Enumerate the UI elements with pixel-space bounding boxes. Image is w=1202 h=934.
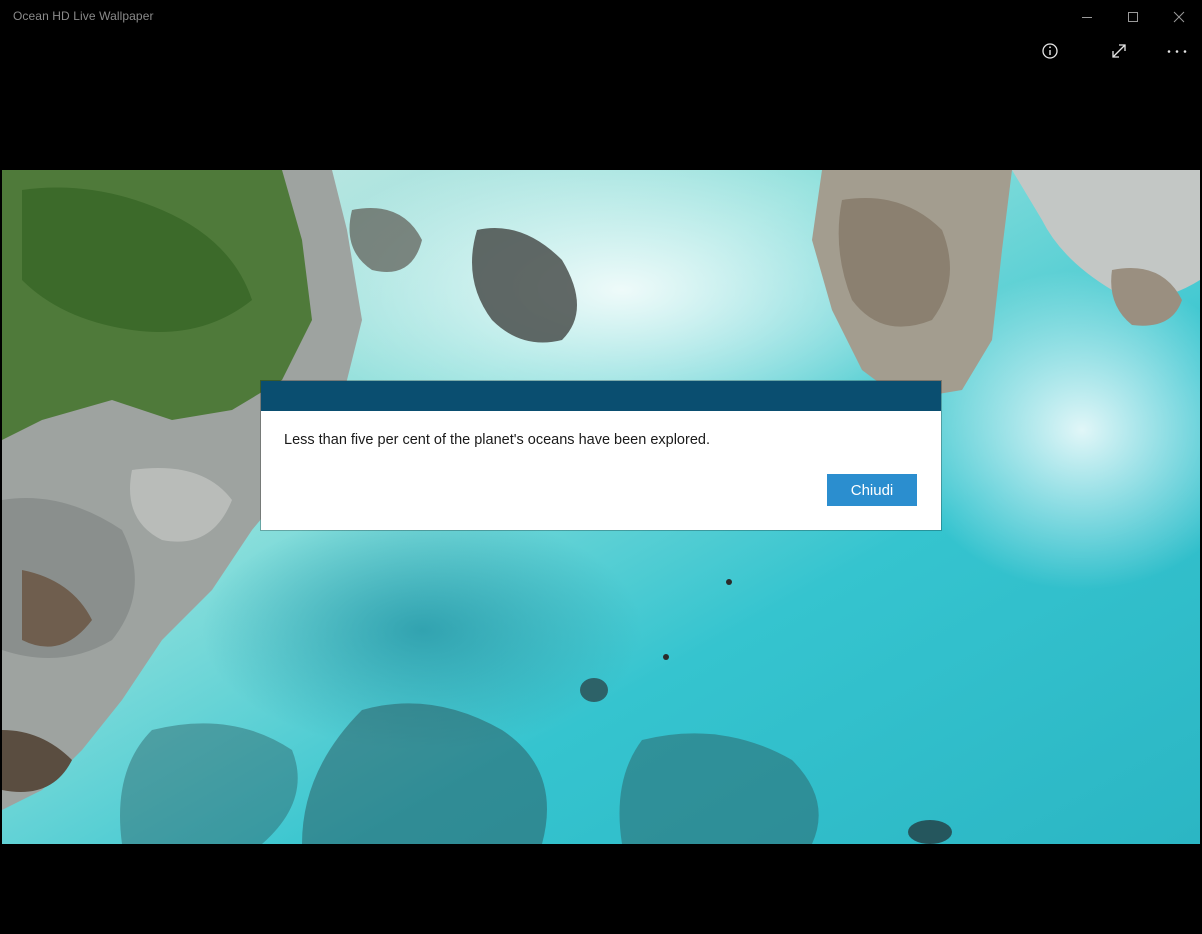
dialog-header <box>261 381 941 411</box>
maximize-icon <box>1128 12 1138 22</box>
info-icon <box>1042 43 1058 59</box>
info-button[interactable] <box>1026 34 1074 68</box>
fullscreen-button[interactable] <box>1095 34 1143 68</box>
message-dialog: Less than five per cent of the planet's … <box>261 381 941 530</box>
dialog-message: Less than five per cent of the planet's … <box>284 432 710 448</box>
title-bar[interactable]: Ocean HD Live Wallpaper <box>0 0 1202 34</box>
minimize-button[interactable] <box>1064 0 1110 34</box>
minimize-icon <box>1082 17 1092 18</box>
more-icon <box>1167 50 1187 53</box>
chiudi-button[interactable]: Chiudi <box>827 474 917 506</box>
app-window: Ocean HD Live Wallpaper Less than five p… <box>0 0 1202 934</box>
close-icon <box>1173 11 1185 23</box>
maximize-button[interactable] <box>1110 0 1156 34</box>
close-button[interactable] <box>1156 0 1202 34</box>
expand-icon <box>1112 44 1126 58</box>
more-options-button[interactable] <box>1153 34 1201 68</box>
app-title: Ocean HD Live Wallpaper <box>13 9 154 23</box>
